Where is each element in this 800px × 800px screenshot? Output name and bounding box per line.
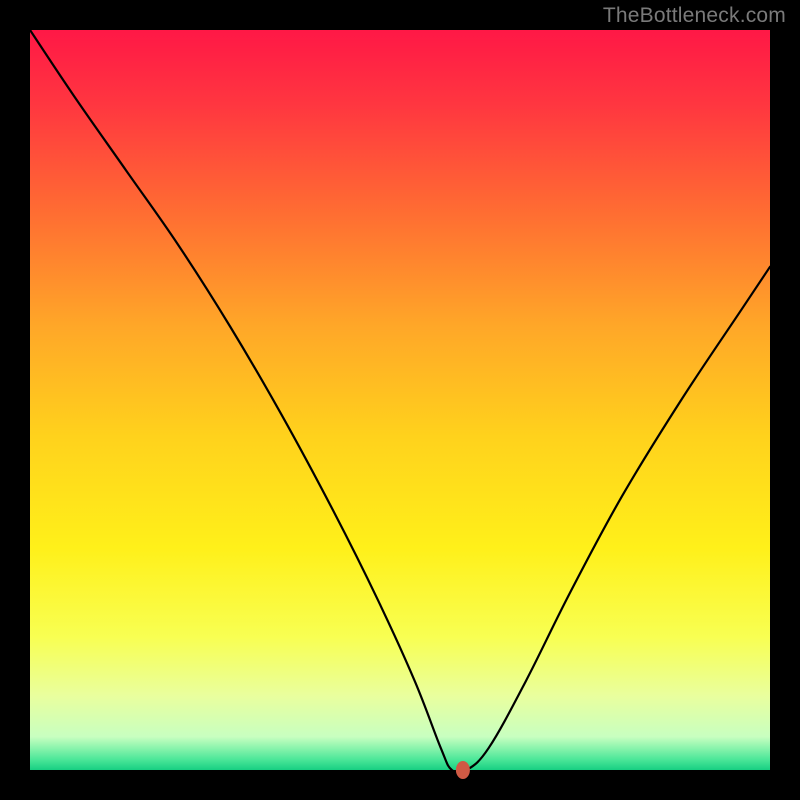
- plot-background: [30, 30, 770, 770]
- watermark-text: TheBottleneck.com: [603, 4, 786, 28]
- chart-frame: TheBottleneck.com: [0, 0, 800, 800]
- bottleneck-chart: [0, 0, 800, 800]
- optimal-point-marker: [456, 761, 470, 779]
